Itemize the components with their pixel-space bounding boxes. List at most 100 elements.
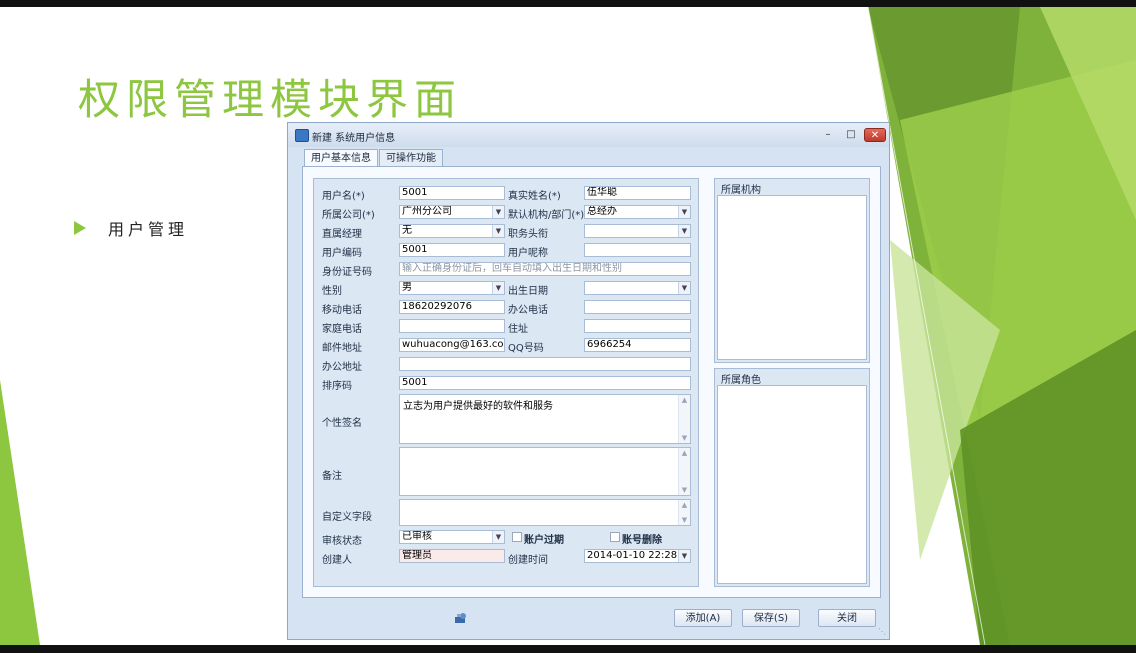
company-select[interactable]: 广州分公司 ▼	[399, 205, 505, 219]
officeaddr-input[interactable]	[399, 357, 691, 371]
dept-select[interactable]: 总经办 ▼	[584, 205, 691, 219]
dept-label: 默认机构/部门(*)	[508, 210, 585, 221]
scroll-up-icon[interactable]: ▲	[679, 449, 690, 457]
top-border	[0, 0, 1136, 7]
org-list[interactable]	[717, 195, 867, 360]
bullet-triangle-icon	[74, 221, 86, 235]
birthday-select[interactable]: ▼	[584, 281, 691, 295]
usercode-label: 用户编码	[322, 248, 362, 259]
company-label: 所属公司(*)	[322, 210, 375, 221]
sortcode-label: 排序码	[322, 381, 352, 392]
createtime-select[interactable]: 2014-01-10 22:28 ▼	[584, 549, 691, 563]
signature-scrollbar[interactable]: ▲ ▼	[678, 395, 690, 443]
custom-textarea[interactable]: ▲ ▼	[399, 499, 691, 526]
role-list[interactable]	[717, 385, 867, 584]
address-input[interactable]	[584, 319, 691, 333]
position-select[interactable]: ▼	[584, 224, 691, 238]
maximize-button[interactable]: □	[841, 128, 861, 142]
org-group-title: 所属机构	[721, 185, 761, 196]
custom-label: 自定义字段	[322, 512, 372, 523]
creator-input[interactable]: 管理员	[399, 549, 505, 563]
chevron-down-icon[interactable]: ▼	[678, 550, 690, 562]
manager-select[interactable]: 无 ▼	[399, 224, 505, 238]
role-group-title: 所属角色	[721, 375, 761, 386]
usercode-input[interactable]: 5001	[399, 243, 505, 257]
expired-label: 账户过期	[524, 535, 564, 546]
gender-select[interactable]: 男 ▼	[399, 281, 505, 295]
officeaddr-label: 办公地址	[322, 362, 362, 373]
chevron-down-icon[interactable]: ▼	[678, 225, 690, 237]
chevron-down-icon[interactable]: ▼	[492, 531, 504, 543]
homephone-input[interactable]	[399, 319, 505, 333]
close-window-button[interactable]: ✕	[864, 128, 886, 142]
username-input[interactable]: 5001	[399, 186, 505, 200]
signature-label: 个性签名	[322, 418, 362, 429]
realname-label: 真实姓名(*)	[508, 191, 561, 202]
mobile-input[interactable]: 18620292076	[399, 300, 505, 314]
add-button[interactable]: 添加(A)	[674, 609, 732, 627]
chevron-down-icon[interactable]: ▼	[678, 206, 690, 218]
qq-input[interactable]: 6966254	[584, 338, 691, 352]
chevron-down-icon[interactable]: ▼	[492, 206, 504, 218]
createtime-value: 2014-01-10 22:28	[587, 550, 678, 561]
remark-scrollbar[interactable]: ▲ ▼	[678, 448, 690, 495]
chevron-down-icon[interactable]: ▼	[678, 282, 690, 294]
audit-value: 已审核	[402, 531, 432, 542]
dept-value: 总经办	[587, 206, 617, 217]
remark-label: 备注	[322, 471, 342, 482]
manager-label: 直属经理	[322, 229, 362, 240]
app-icon	[295, 129, 309, 142]
mobile-label: 移动电话	[322, 305, 362, 316]
close-button[interactable]: 关闭	[818, 609, 876, 627]
sortcode-input[interactable]: 5001	[399, 376, 691, 390]
company-value: 广州分公司	[402, 206, 452, 217]
position-label: 职务头衔	[508, 229, 548, 240]
email-label: 邮件地址	[322, 343, 362, 354]
scroll-down-icon[interactable]: ▼	[679, 434, 690, 442]
creator-label: 创建人	[322, 555, 352, 566]
window-title: 新建 系统用户信息	[312, 133, 396, 144]
nickname-input[interactable]	[584, 243, 691, 257]
scroll-up-icon[interactable]: ▲	[679, 396, 690, 404]
signature-text: 立志为用户提供最好的软件和服务	[403, 401, 553, 412]
idcard-label: 身份证号码	[322, 267, 372, 278]
username-label: 用户名(*)	[322, 191, 365, 202]
custom-scrollbar[interactable]: ▲ ▼	[678, 500, 690, 525]
deleted-label: 账号删除	[622, 535, 662, 546]
bullet-item: 用户管理	[74, 216, 188, 240]
remark-textarea[interactable]: ▲ ▼	[399, 447, 691, 496]
idcard-input[interactable]: 输入正确身份证后，回车自动填入出生日期和性别	[399, 262, 691, 276]
manager-value: 无	[402, 225, 412, 236]
gender-value: 男	[402, 282, 412, 293]
user-settings-icon[interactable]	[454, 612, 468, 624]
createtime-label: 创建时间	[508, 555, 548, 566]
save-button[interactable]: 保存(S)	[742, 609, 800, 627]
chevron-down-icon[interactable]: ▼	[492, 282, 504, 294]
role-group: 所属角色	[714, 368, 870, 587]
realname-input[interactable]: 伍华聪	[584, 186, 691, 200]
user-form: 用户名(*) 5001 真实姓名(*) 伍华聪 所属公司(*) 广州分公司 ▼ 默…	[313, 178, 699, 587]
tab-strip: 用户基本信息 可操作功能	[304, 149, 444, 168]
gender-label: 性别	[322, 286, 342, 297]
birthday-label: 出生日期	[508, 286, 548, 297]
deleted-checkbox[interactable]	[610, 532, 620, 542]
bottom-border	[0, 645, 1136, 653]
scroll-down-icon[interactable]: ▼	[679, 516, 690, 524]
audit-label: 审核状态	[322, 536, 362, 547]
signature-textarea[interactable]: 立志为用户提供最好的软件和服务 ▲ ▼	[399, 394, 691, 444]
org-group: 所属机构	[714, 178, 870, 363]
resize-grip-icon[interactable]: ⋱	[878, 627, 886, 636]
officephone-input[interactable]	[584, 300, 691, 314]
user-info-window: 新建 系统用户信息 – □ ✕ 用户基本信息 可操作功能 用户名(*) 5001…	[287, 122, 890, 640]
address-label: 住址	[508, 324, 528, 335]
scroll-up-icon[interactable]: ▲	[679, 501, 690, 509]
email-input[interactable]: wuhuacong@163.com	[399, 338, 505, 352]
scroll-down-icon[interactable]: ▼	[679, 486, 690, 494]
officephone-label: 办公电话	[508, 305, 548, 316]
window-titlebar[interactable]: 新建 系统用户信息 – □ ✕	[288, 123, 889, 147]
minimize-button[interactable]: –	[818, 128, 838, 142]
slide-title: 权限管理模块界面	[78, 75, 463, 124]
expired-checkbox[interactable]	[512, 532, 522, 542]
audit-select[interactable]: 已审核 ▼	[399, 530, 505, 544]
chevron-down-icon[interactable]: ▼	[492, 225, 504, 237]
